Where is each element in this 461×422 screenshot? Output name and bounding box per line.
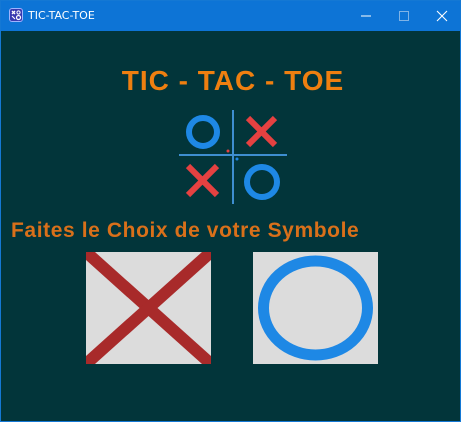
choose-x-button[interactable] xyxy=(86,252,211,364)
o-symbol-icon xyxy=(258,255,373,361)
x-symbol-icon xyxy=(86,252,211,364)
game-menu: TIC - TAC - TOE Faites le Choix de votre… xyxy=(1,31,460,421)
choose-o-button[interactable] xyxy=(253,252,378,364)
dot-icon xyxy=(226,149,230,153)
minimize-icon xyxy=(361,15,371,17)
tic-tac-toe-logo xyxy=(179,110,287,204)
window-title: TIC-TAC-TOE xyxy=(28,9,95,22)
minimize-button[interactable] xyxy=(347,1,385,31)
maximize-button[interactable] xyxy=(385,1,423,31)
page-title: TIC - TAC - TOE xyxy=(121,65,345,96)
choose-symbol-prompt: Faites le Choix de votre Symbole xyxy=(11,219,360,242)
circle-icon xyxy=(186,115,220,149)
dot-icon xyxy=(235,157,239,161)
cross-icon xyxy=(245,115,278,148)
title-bar[interactable]: TIC-TAC-TOE xyxy=(1,1,460,31)
maximize-icon xyxy=(399,11,409,21)
app-window: TIC-TAC-TOE TIC - TAC - TOE Faites le Ch… xyxy=(0,0,461,422)
circle-icon xyxy=(244,164,280,200)
cross-icon xyxy=(185,163,220,198)
close-button[interactable] xyxy=(423,1,461,31)
app-icon xyxy=(9,8,23,22)
close-icon xyxy=(436,10,448,22)
